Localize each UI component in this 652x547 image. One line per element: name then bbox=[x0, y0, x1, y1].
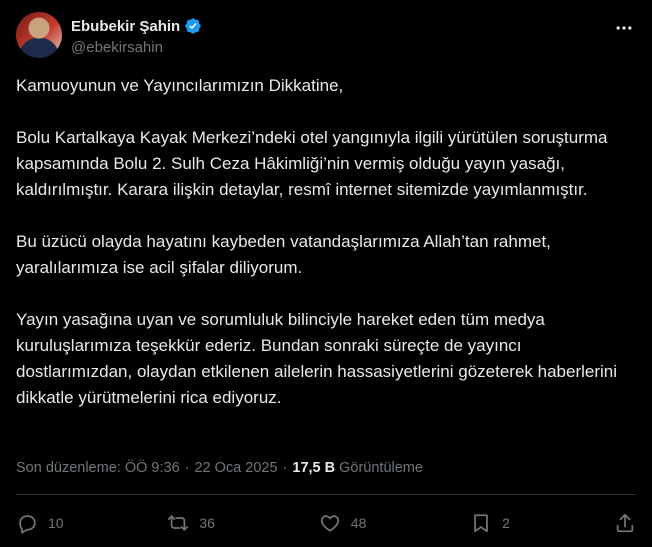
tweet-paragraph: Kamuoyunun ve Yayıncılarımızın Dikkatine… bbox=[16, 76, 344, 95]
verified-badge-icon bbox=[184, 17, 202, 35]
meta-separator: · bbox=[282, 460, 288, 476]
avatar[interactable] bbox=[16, 12, 62, 58]
meta-separator: · bbox=[184, 460, 190, 476]
display-name[interactable]: Ebubekir Şahin bbox=[71, 18, 180, 35]
action-bar: 10 36 48 2 bbox=[16, 508, 636, 538]
share-icon bbox=[616, 513, 634, 533]
share-button[interactable] bbox=[614, 512, 636, 534]
like-count: 48 bbox=[350, 515, 367, 531]
views-label: Görüntüleme bbox=[339, 460, 423, 476]
bookmark-count: 2 bbox=[502, 515, 510, 531]
tweet-date[interactable]: 22 Oca 2025 bbox=[194, 460, 277, 476]
repost-button[interactable]: 36 bbox=[167, 512, 215, 534]
name-row: Ebubekir Şahin bbox=[71, 16, 202, 36]
bookmark-button[interactable]: 2 bbox=[470, 512, 510, 534]
reply-icon bbox=[19, 515, 36, 534]
more-icon bbox=[616, 26, 632, 30]
divider bbox=[16, 494, 636, 495]
more-options-button[interactable] bbox=[612, 16, 636, 40]
bookmark-icon bbox=[474, 514, 489, 533]
reply-button[interactable]: 10 bbox=[16, 512, 64, 534]
tweet-time[interactable]: ÖÖ 9:36 bbox=[125, 460, 180, 476]
handle[interactable]: @ebekirsahin bbox=[71, 39, 202, 56]
tweet-header: Ebubekir Şahin @ebekirsahin bbox=[16, 12, 636, 60]
tweet-paragraph: Bu üzücü olayda hayatını kaybeden vatand… bbox=[16, 232, 551, 277]
tweet-paragraph: Bolu Kartalkaya Kayak Merkezi’ndeki otel… bbox=[16, 128, 608, 199]
tweet-paragraph: Yayın yasağına uyan ve sorumluluk bilinc… bbox=[16, 310, 618, 407]
heart-icon bbox=[320, 515, 339, 532]
repost-count: 36 bbox=[199, 515, 215, 531]
reply-count: 10 bbox=[48, 515, 64, 531]
tweet-text: Kamuoyunun ve Yayıncılarımızın Dikkatine… bbox=[16, 73, 636, 411]
tweet-card: Ebubekir Şahin @ebekirsahin Kamuoyunun v… bbox=[0, 0, 652, 547]
tweet-meta: Son düzenleme: ÖÖ 9:36 · 22 Oca 2025 · 1… bbox=[16, 458, 423, 478]
views-count: 17,5 B bbox=[292, 460, 336, 476]
edited-label[interactable]: Son düzenleme: bbox=[16, 460, 121, 476]
like-button[interactable]: 48 bbox=[319, 512, 367, 534]
repost-icon bbox=[168, 515, 189, 531]
user-info: Ebubekir Şahin @ebekirsahin bbox=[71, 16, 202, 56]
